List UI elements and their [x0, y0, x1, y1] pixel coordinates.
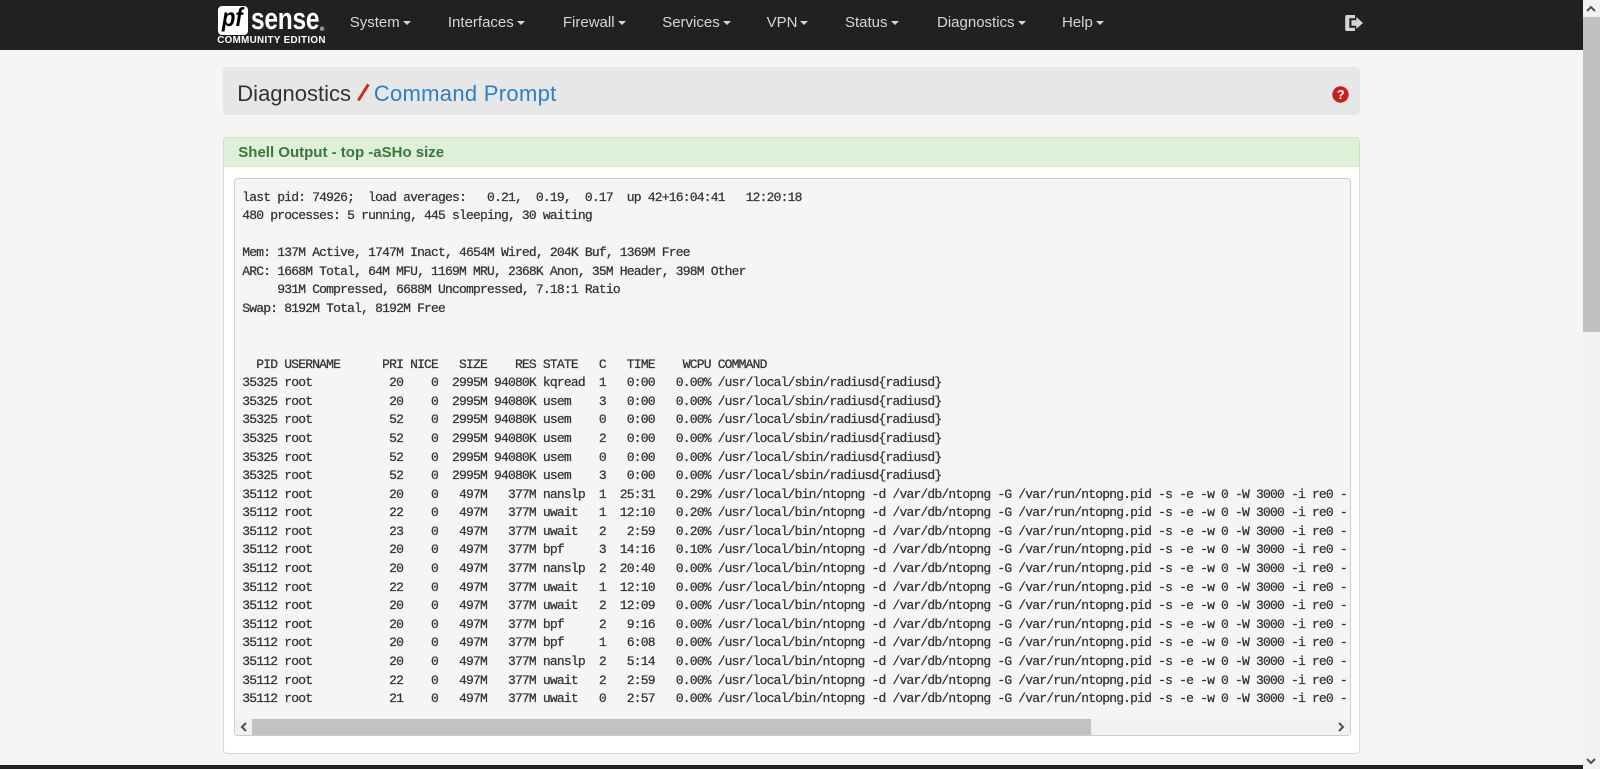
svg-text:?: ?: [1336, 88, 1344, 102]
